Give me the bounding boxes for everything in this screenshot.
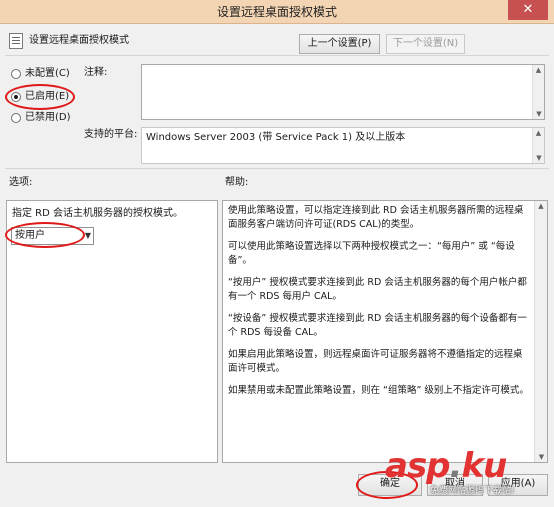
help-paragraph: 如果启用此策略设置，则远程桌面许可证服务器将不遵循指定的远程桌面许可模式。: [228, 349, 523, 374]
radio-button[interactable]: [11, 69, 21, 79]
close-button[interactable]: ✕: [508, 0, 548, 20]
platform-value: Windows Server 2003 (带 Service Pack 1) 及…: [141, 127, 545, 164]
watermark-tagline: 免费网站源码下载站!: [430, 486, 515, 496]
chevron-down-icon[interactable]: ▼: [85, 228, 91, 244]
radio-label: 未配置(C): [25, 68, 70, 79]
help-paragraph: 可以使用此策略设置选择以下两种授权模式之一：“每用户” 或 “每设备”。: [228, 241, 515, 266]
scroll-up-icon[interactable]: ▲: [533, 128, 544, 138]
platform-scrollbar[interactable]: ▲ ▼: [532, 128, 544, 163]
options-section-label: 选项:: [9, 177, 33, 188]
help-text: 使用此策略设置，可以指定连接到此 RD 会话主机服务器所需的远程桌面服务客户端访…: [228, 204, 530, 406]
section-divider: [5, 168, 549, 169]
help-paragraph: 使用此策略设置，可以指定连接到此 RD 会话主机服务器所需的远程桌面服务客户端访…: [228, 205, 524, 230]
scroll-down-icon[interactable]: ▼: [535, 452, 548, 462]
comment-scrollbar[interactable]: ▲ ▼: [532, 65, 544, 119]
help-paragraph: “按设备” 授权模式要求连接到此 RD 会话主机服务器的每个设备都有一个 RDS…: [228, 313, 527, 338]
radio-disabled[interactable]: 已禁用(D): [11, 110, 81, 126]
radio-label: 已禁用(D): [25, 112, 71, 123]
radio-button[interactable]: [11, 113, 21, 123]
watermark-logo: asp.ku: [385, 446, 507, 486]
scroll-down-icon[interactable]: ▼: [533, 109, 545, 119]
window-title: 设置远程桌面授权模式: [216, 5, 337, 19]
radio-not-configured[interactable]: 未配置(C): [11, 66, 81, 82]
help-paragraph: 如果禁用或未配置此策略设置，则在 “组策略” 级别上不指定许可模式。: [228, 385, 529, 396]
policy-name: 设置远程桌面授权模式: [29, 35, 129, 46]
previous-setting-button[interactable]: 上一个设置(P): [299, 34, 380, 54]
scroll-down-icon[interactable]: ▼: [533, 153, 545, 163]
help-paragraph: “按用户” 授权模式要求连接到此 RD 会话主机服务器的每个用户帐户都有一个 R…: [228, 277, 527, 302]
annotation-oval-enabled: [5, 84, 75, 110]
comment-label: 注释:: [84, 67, 108, 78]
help-scrollbar[interactable]: ▲ ▼: [534, 201, 547, 462]
comment-textarea[interactable]: [141, 64, 545, 120]
options-description: 指定 RD 会话主机服务器的授权模式。: [12, 208, 184, 219]
scroll-up-icon[interactable]: ▲: [535, 201, 547, 211]
help-section-label: 帮助:: [225, 177, 249, 188]
annotation-oval-dropdown: [5, 222, 85, 248]
next-setting-button[interactable]: 下一个设置(N): [386, 34, 465, 54]
policy-icon: [9, 33, 23, 49]
header-divider: [5, 55, 549, 56]
scroll-up-icon[interactable]: ▲: [533, 65, 544, 75]
platform-label: 支持的平台:: [84, 129, 138, 140]
